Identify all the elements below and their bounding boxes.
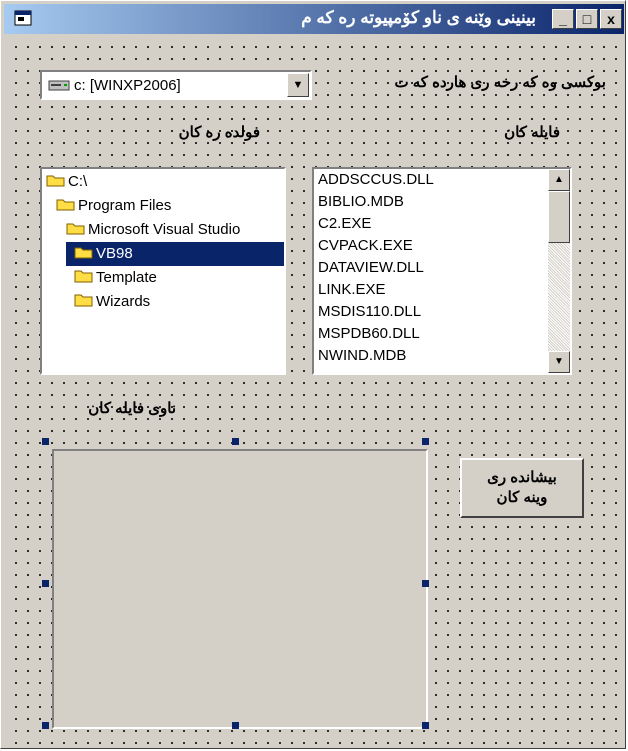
resize-handle-nw[interactable] [42, 438, 49, 445]
close-icon: x [607, 11, 615, 27]
drive-select[interactable]: c: [WINXP2006] ▼ [40, 70, 312, 100]
form-design-surface: بوکسی وە کە رخە ری هاردە کە ت c: [WINXP2… [6, 37, 622, 745]
show-images-button[interactable]: بیشاندە ری وینە کان [460, 458, 584, 518]
file-item[interactable]: C2.EXE [318, 213, 371, 235]
chevron-down-icon: ▼ [292, 79, 304, 91]
resize-handle-n[interactable] [232, 438, 239, 445]
file-item[interactable]: ADDSCCUS.DLL [318, 169, 434, 191]
minimize-button[interactable]: _ [552, 9, 574, 29]
resize-handle-e[interactable] [422, 580, 429, 587]
file-item[interactable]: LINK.EXE [318, 279, 386, 301]
chevron-up-icon: ▲ [554, 174, 564, 185]
file-item[interactable]: CVPACK.EXE [318, 235, 413, 257]
file-names-label: ناوی فایلە کان [88, 400, 176, 417]
file-item[interactable]: BIBLIO.MDB [318, 191, 404, 213]
title-bar[interactable]: بینینی وێنە ی ناو کۆمپیوتە رە کە م x □ _ [4, 4, 624, 34]
drive-icon [48, 80, 70, 91]
file-item[interactable]: DATAVIEW.DLL [318, 257, 424, 279]
folder-icon [74, 270, 93, 283]
folder-open-icon [46, 175, 65, 187]
dropdown-button[interactable]: ▼ [287, 73, 309, 97]
folder-item-selected[interactable]: VB98 [66, 242, 284, 266]
files-label: فایلە کان [504, 124, 560, 141]
resize-handle-s[interactable] [232, 722, 239, 729]
minimize-icon: _ [559, 11, 567, 27]
folder-name: Wizards [96, 293, 151, 310]
window-title: بینینی وێنە ی ناو کۆمپیوتە رە کە م [301, 8, 536, 27]
folder-item[interactable]: Template [74, 266, 157, 290]
folder-name: VB98 [96, 245, 133, 262]
folder-icon [74, 294, 93, 307]
scroll-up-button[interactable]: ▲ [548, 169, 570, 191]
show-images-label-1: بیشاندە ری [487, 469, 557, 486]
folder-name: Program Files [78, 197, 172, 214]
file-item[interactable]: NWIND.MDB [318, 345, 406, 367]
folder-item[interactable]: Wizards [74, 290, 150, 314]
file-item[interactable]: MSDIS110.DLL [318, 301, 421, 323]
file-item[interactable]: MSPDB60.DLL [318, 323, 420, 345]
folder-item[interactable]: Program Files [56, 194, 171, 218]
resize-handle-sw[interactable] [42, 722, 49, 729]
show-images-label-2: وینە کان [496, 489, 548, 506]
chevron-down-icon: ▼ [554, 356, 564, 367]
folder-tree[interactable]: C:\ Program Files Microsoft Visual Studi… [40, 167, 286, 375]
file-list[interactable]: ADDSCCUS.DLL BIBLIO.MDB C2.EXE CVPACK.EX… [312, 167, 572, 375]
resize-handle-se[interactable] [422, 722, 429, 729]
folder-name: Microsoft Visual Studio [88, 221, 241, 238]
folders-label: فولدە رە کان [178, 124, 260, 141]
maximize-icon: □ [582, 11, 592, 27]
folder-name: Template [96, 269, 157, 286]
form-icon[interactable] [14, 10, 32, 26]
scroll-down-button[interactable]: ▼ [548, 351, 570, 373]
vertical-scrollbar[interactable]: ▲ ▼ [548, 169, 570, 373]
folder-name: C:\ [68, 173, 88, 190]
drive-select-value: c: [WINXP2006] [74, 77, 181, 94]
folder-open-icon [66, 223, 85, 235]
maximize-button[interactable]: □ [576, 9, 598, 29]
scroll-thumb[interactable] [548, 191, 570, 243]
resize-handle-ne[interactable] [422, 438, 429, 445]
folder-item[interactable]: Microsoft Visual Studio [66, 218, 240, 242]
folder-open-icon [56, 199, 75, 211]
folder-open-icon [74, 247, 93, 259]
resize-handle-w[interactable] [42, 580, 49, 587]
drive-label: بوکسی وە کە رخە ری هاردە کە ت [394, 74, 606, 91]
close-button[interactable]: x [600, 9, 622, 29]
app-window: بینینی وێنە ی ناو کۆمپیوتە رە کە م x □ _… [0, 0, 626, 749]
folder-item[interactable]: C:\ [46, 170, 87, 194]
file-names-listbox[interactable] [52, 449, 428, 729]
